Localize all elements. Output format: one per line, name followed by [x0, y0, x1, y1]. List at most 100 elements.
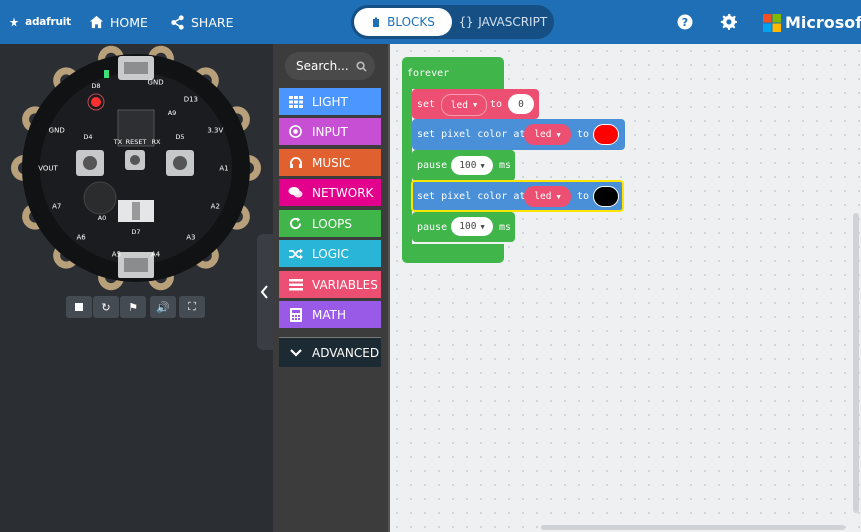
microsoft-icon [763, 13, 781, 32]
color-picker-red[interactable] [593, 124, 619, 145]
microsoft-logo[interactable]: Microsoft [763, 13, 861, 32]
puzzle-icon [373, 17, 380, 27]
advanced-category[interactable]: ADVANCED [279, 338, 381, 367]
svg-text:D7: D7 [131, 228, 140, 236]
pause-duration-dropdown[interactable]: 100 ▼ [451, 217, 493, 236]
chevron-down-icon [279, 348, 312, 357]
forever-block-bottom [402, 244, 504, 263]
shuffle-icon [279, 248, 312, 260]
category-variables[interactable]: VARIABLES [279, 271, 381, 298]
category-logic[interactable]: LOGIC [279, 240, 381, 267]
pixel-variable-name: led [534, 191, 552, 202]
category-network[interactable]: NETWORK [279, 179, 381, 206]
top-bar: adafruit HOME SHARE BLOCKS {} JAVASCRIPT… [0, 0, 861, 44]
set-pixel-color-block-selected[interactable]: set pixel color at led ▼ to [411, 180, 624, 212]
svg-text:A0: A0 [98, 214, 107, 222]
forever-block[interactable]: forever [402, 57, 504, 89]
svg-text:D8: D8 [91, 82, 100, 90]
stop-button[interactable] [66, 296, 92, 318]
gear-icon[interactable] [720, 13, 737, 34]
category-label: LIGHT [312, 94, 348, 109]
simulator-panel: D8 D4 D5 RESET TX RX D7 A0 A9 GND D13 3.3V A1 A2 A3… [0, 44, 273, 532]
pad-label: VOUT [38, 165, 58, 173]
workspace-vertical-scrollbar[interactable] [853, 213, 859, 513]
search-icon [356, 61, 367, 72]
pad-label: A7 [52, 203, 61, 211]
pad-label: D13 [184, 96, 198, 104]
pause-block[interactable]: pause 100 ▼ ms [412, 150, 515, 181]
collapse-simulator-tab[interactable] [257, 234, 273, 350]
set-label: set [417, 99, 436, 110]
set-pixel-label: set pixel color at [417, 191, 526, 202]
workspace-horizontal-scrollbar[interactable] [541, 525, 845, 530]
blocks-tab[interactable]: BLOCKS [354, 8, 452, 36]
pad-label: A6 [77, 233, 87, 241]
category-label: MATH [312, 307, 346, 322]
share-button[interactable]: SHARE [170, 0, 233, 44]
category-input[interactable]: INPUT [279, 118, 381, 145]
set-pixel-color-block[interactable]: set pixel color at led ▼ to [412, 119, 625, 150]
pause-duration-value: 100 [459, 221, 477, 232]
fullscreen-button[interactable]: ⛶ [179, 296, 205, 318]
fullscreen-icon: ⛶ [188, 300, 196, 313]
svg-text:RX: RX [152, 138, 162, 146]
slow-motion-button[interactable]: ⚑ [120, 296, 146, 318]
pixel-variable-name: led [534, 129, 552, 140]
pixel-variable-dropdown[interactable]: led ▼ [524, 186, 571, 207]
help-icon[interactable]: ? [677, 14, 693, 34]
set-pixel-label: set pixel color at [417, 129, 526, 140]
list-icon [279, 278, 312, 291]
pad-label: GND [49, 126, 65, 134]
dropdown-arrow-icon: ▼ [480, 222, 485, 231]
category-math[interactable]: MATH [279, 301, 381, 328]
microsoft-label: Microsoft [785, 13, 861, 32]
pad-label: A3 [186, 233, 195, 241]
circuit-playground-board[interactable]: D8 D4 D5 RESETTX RX D7 A0 A9 GND D13 3.3V A1 A2 A3… [0, 44, 273, 294]
dropdown-arrow-icon: ▼ [556, 130, 561, 139]
restart-button[interactable]: ↻ [93, 296, 119, 318]
logo-text: adafruit [25, 16, 71, 28]
variable-dropdown[interactable]: led ▼ [441, 94, 487, 116]
pixel-variable-dropdown[interactable]: led ▼ [524, 124, 571, 145]
value-input[interactable]: 0 [508, 94, 534, 114]
category-light[interactable]: LIGHT [279, 88, 381, 115]
search-field[interactable]: Search... [285, 52, 375, 80]
svg-text:D5: D5 [175, 133, 184, 141]
refresh-icon: ↻ [101, 300, 111, 314]
ms-label: ms [499, 222, 512, 233]
set-variable-block[interactable]: set led ▼ to 0 [412, 89, 539, 119]
svg-text:TX: TX [113, 138, 123, 146]
blocks-label: BLOCKS [387, 15, 435, 29]
category-music[interactable]: MUSIC [279, 149, 381, 176]
javascript-tab[interactable]: {} JAVASCRIPT [455, 8, 551, 36]
category-label: LOGIC [312, 246, 349, 261]
forever-label: forever [407, 68, 450, 79]
home-label: HOME [110, 14, 148, 30]
chat-icon [279, 186, 312, 199]
svg-text:D4: D4 [83, 133, 92, 141]
category-label: LOOPS [312, 216, 353, 231]
pause-duration-dropdown[interactable]: 100 ▼ [451, 156, 493, 175]
pause-block[interactable]: pause 100 ▼ ms [412, 212, 515, 242]
color-picker-black[interactable] [593, 186, 619, 207]
pad-label: A4 [151, 250, 161, 258]
home-button[interactable]: HOME [89, 0, 148, 44]
sound-icon: 🔊 [156, 300, 170, 314]
share-icon [171, 14, 184, 30]
to-label: to [490, 99, 503, 110]
chevron-left-icon [260, 285, 268, 299]
pixel-to-label: to [577, 191, 590, 202]
category-loops[interactable]: LOOPS [279, 210, 381, 237]
headphones-icon [279, 156, 312, 169]
editor-mode-toggle: BLOCKS {} JAVASCRIPT [351, 5, 554, 39]
search-input[interactable]: Search... [296, 59, 349, 73]
dropdown-arrow-icon: ▼ [556, 192, 561, 201]
mute-button[interactable]: 🔊 [150, 296, 176, 318]
adafruit-logo[interactable]: adafruit [9, 0, 71, 44]
dropdown-arrow-icon: ▼ [472, 101, 478, 109]
stop-icon [75, 303, 83, 311]
pause-label: pause [417, 160, 448, 171]
grid-icon [279, 95, 312, 108]
braces-icon: {} [458, 15, 474, 29]
category-label: INPUT [312, 124, 348, 139]
